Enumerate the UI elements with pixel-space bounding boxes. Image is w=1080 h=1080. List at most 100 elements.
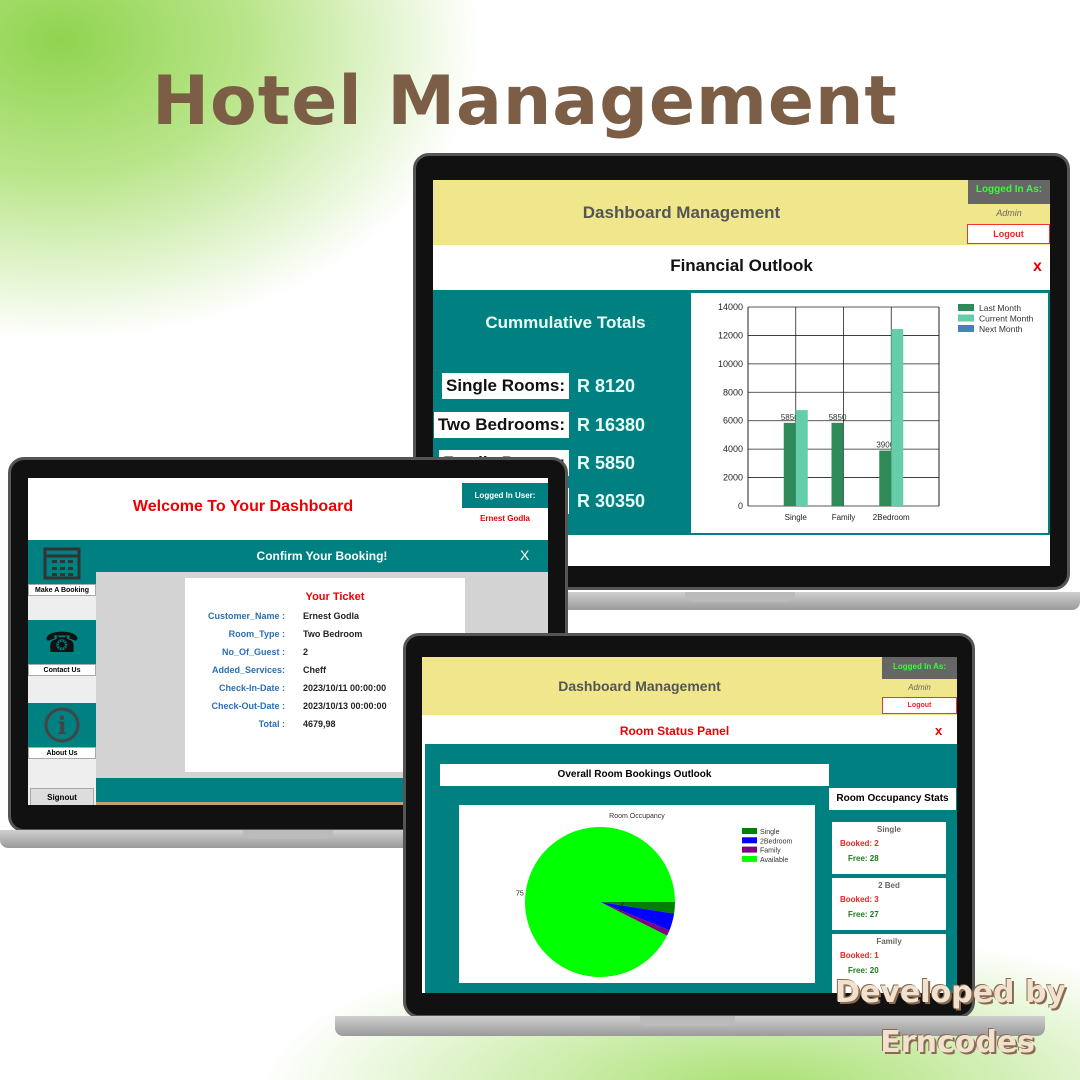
- user-name: Admin: [908, 683, 931, 692]
- user-name: Admin: [996, 208, 1022, 218]
- ticket-field-value: Two Bedroom: [303, 629, 363, 639]
- logged-in-label: Logged In As:: [882, 657, 957, 679]
- credit-line1: Developed by: [835, 975, 1066, 1010]
- y-tick-label: 0: [738, 501, 743, 511]
- legend-label: Current Month: [979, 314, 1034, 324]
- booked-value: 2: [874, 839, 879, 848]
- booked-label: Booked:: [840, 895, 872, 904]
- legend-swatch: [742, 828, 757, 834]
- total-value: R 16380: [577, 415, 646, 435]
- y-tick-label: 6000: [723, 416, 743, 426]
- ticket-field-value: 2: [303, 647, 309, 657]
- occupancy-card: 2 Bed Booked: 3 Free: 27: [832, 878, 946, 930]
- booked-count: Booked: 2: [840, 839, 946, 848]
- banner-title: Hotel Management: [152, 62, 898, 141]
- header-title: Dashboard Management: [558, 678, 721, 694]
- ticket-field-value: 4679,98: [303, 719, 336, 729]
- x-tick-label: Family: [832, 513, 856, 522]
- room-type: Single: [876, 825, 901, 834]
- y-tick-label: 10000: [718, 359, 743, 369]
- legend-label: Single: [760, 829, 780, 836]
- ticket-field-label: Check-Out-Date :: [211, 701, 285, 711]
- bar: [891, 329, 904, 506]
- dialog-title: Confirm Your Booking!: [256, 549, 388, 563]
- sidebar-item-contact-us[interactable]: ☎ Contact Us: [28, 620, 96, 676]
- ticket-field-value: Ernest Godla: [303, 611, 360, 621]
- logout-button[interactable]: Logout: [882, 697, 957, 714]
- x-tick-label: 2Bedroom: [873, 513, 910, 522]
- x-tick-label: Single: [785, 513, 808, 522]
- y-tick-label: 2000: [723, 473, 743, 483]
- booked-value: 1: [874, 951, 879, 960]
- ticket-field-label: Customer_Name :: [207, 611, 285, 621]
- ticket-field-label: Added_Services:: [211, 665, 285, 675]
- ticket-field-label: Room_Type :: [228, 629, 285, 639]
- dashboard-header: Dashboard Management: [422, 657, 957, 715]
- free-label: Free:: [848, 910, 868, 919]
- booked-value: 3: [874, 895, 879, 904]
- ticket-field-value: Cheff: [303, 665, 326, 675]
- bar-chart: 0 2000 4000 6000 8000 10000 12000 14000 Single 58…: [691, 293, 1048, 533]
- y-tick-label: 4000: [723, 444, 743, 454]
- free-label: Free:: [848, 966, 868, 975]
- logout-button[interactable]: Logout: [967, 224, 1050, 244]
- legend-label: Available: [760, 857, 788, 864]
- ticket-title: Your Ticket: [305, 591, 365, 603]
- calendar-icon: [28, 540, 96, 584]
- free-count: Free: 27: [848, 910, 946, 919]
- total-value: R 8120: [577, 376, 636, 396]
- total-value: R 5850: [577, 453, 636, 473]
- logged-in-label: Logged In User:: [462, 483, 548, 508]
- y-tick-label: 14000: [718, 302, 743, 312]
- panel-title: Financial Outlook: [670, 256, 813, 275]
- sidebar-item-label: Make A Booking: [28, 584, 96, 596]
- sidebar-item-label: About Us: [28, 747, 96, 759]
- free-label: Free:: [848, 854, 868, 863]
- close-button[interactable]: x: [1033, 258, 1042, 276]
- bar: [831, 422, 844, 506]
- total-value: R 30350: [577, 491, 646, 511]
- legend-swatch: [958, 314, 974, 322]
- dialog-close-button[interactable]: X: [520, 547, 529, 563]
- stats-title: Room Occupancy Stats: [829, 788, 956, 810]
- ticket-field-label: Total :: [258, 719, 285, 729]
- bar: [879, 450, 892, 506]
- outlook-title: Overall Room Bookings Outlook: [440, 764, 829, 786]
- occupancy-card: Single Booked: 2 Free: 28: [832, 822, 946, 874]
- booked-count: Booked: 3: [840, 895, 946, 904]
- pie-title: Room Occupancy: [609, 813, 665, 820]
- svg-text:i: i: [57, 711, 66, 740]
- free-count: Free: 20: [848, 966, 946, 975]
- close-button[interactable]: x: [935, 723, 942, 738]
- ticket-field-label: Check-In-Date :: [218, 683, 285, 693]
- total-label: Single Rooms:: [441, 373, 569, 399]
- free-value: 27: [869, 910, 879, 919]
- legend-label: Next Month: [979, 324, 1023, 334]
- legend-swatch: [742, 855, 757, 862]
- legend-label: Last Month: [979, 303, 1021, 313]
- total-label: Two Bedrooms:: [433, 412, 569, 438]
- legend-swatch: [958, 325, 974, 332]
- sidebar-item-make-a-booking[interactable]: Make A Booking: [28, 540, 96, 596]
- bar: [795, 410, 808, 506]
- legend-label: 2Bedroom: [760, 838, 792, 845]
- room-type: 2 Bed: [878, 881, 900, 890]
- pie-chart: Room Occupancy23175Single2BedroomFamilyA…: [459, 805, 815, 983]
- logged-in-label: Logged In As:: [968, 180, 1050, 204]
- info-icon: i: [28, 703, 96, 747]
- laptop-notch: [640, 1016, 735, 1026]
- y-tick-label: 12000: [718, 330, 743, 340]
- free-count: Free: 28: [848, 854, 946, 863]
- sidebar-item-about-us[interactable]: i About Us: [28, 703, 96, 759]
- pie-slice: [525, 827, 675, 977]
- dashboard-header: Dashboard Management: [433, 180, 1050, 245]
- data-label: 5850: [829, 413, 847, 422]
- signout-button[interactable]: Signout: [30, 788, 94, 805]
- legend-swatch: [742, 837, 757, 844]
- ticket-field-label: No_Of_Guest :: [221, 647, 285, 657]
- slice-label: 75: [516, 890, 524, 897]
- legend-swatch: [742, 846, 757, 853]
- booked-count: Booked: 1: [840, 951, 946, 960]
- header-title: Dashboard Management: [582, 202, 781, 222]
- sidebar-item-label: Contact Us: [28, 664, 96, 676]
